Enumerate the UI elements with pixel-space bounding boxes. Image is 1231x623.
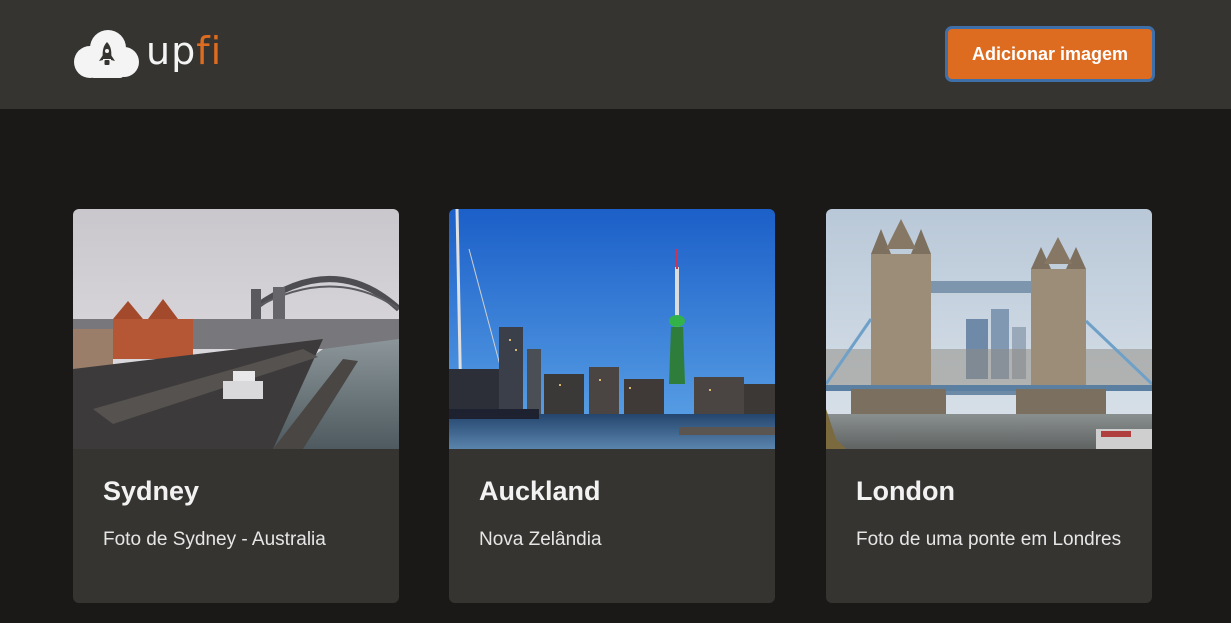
logo-text: upfi [146,32,222,70]
card-image-london[interactable] [826,209,1152,449]
card-description: Foto de Sydney - Australia [103,529,326,550]
card-description: Foto de uma ponte em Londres [856,529,1122,550]
logo-text-up: up [146,29,197,73]
card-title: Auckland [479,476,601,506]
logo-text-fi: fi [196,29,223,73]
upfi-logo[interactable]: upfi [72,28,232,80]
top-header: upfi Adicionar imagem [0,0,1231,109]
image-card-sydney[interactable]: Sydney Foto de Sydney - Australia [73,209,399,603]
cloud-rocket-icon [74,30,139,78]
image-card-auckland[interactable]: Auckland Nova Zelândia [449,209,775,603]
image-card-london[interactable]: London Foto de uma ponte em Londres [826,209,1152,603]
card-title: Sydney [103,476,200,506]
add-image-button[interactable]: Adicionar imagem [945,26,1155,82]
card-image-auckland[interactable] [449,209,775,449]
card-description: Nova Zelândia [479,529,602,550]
card-image-sydney[interactable] [73,209,399,449]
card-title: London [856,476,955,506]
